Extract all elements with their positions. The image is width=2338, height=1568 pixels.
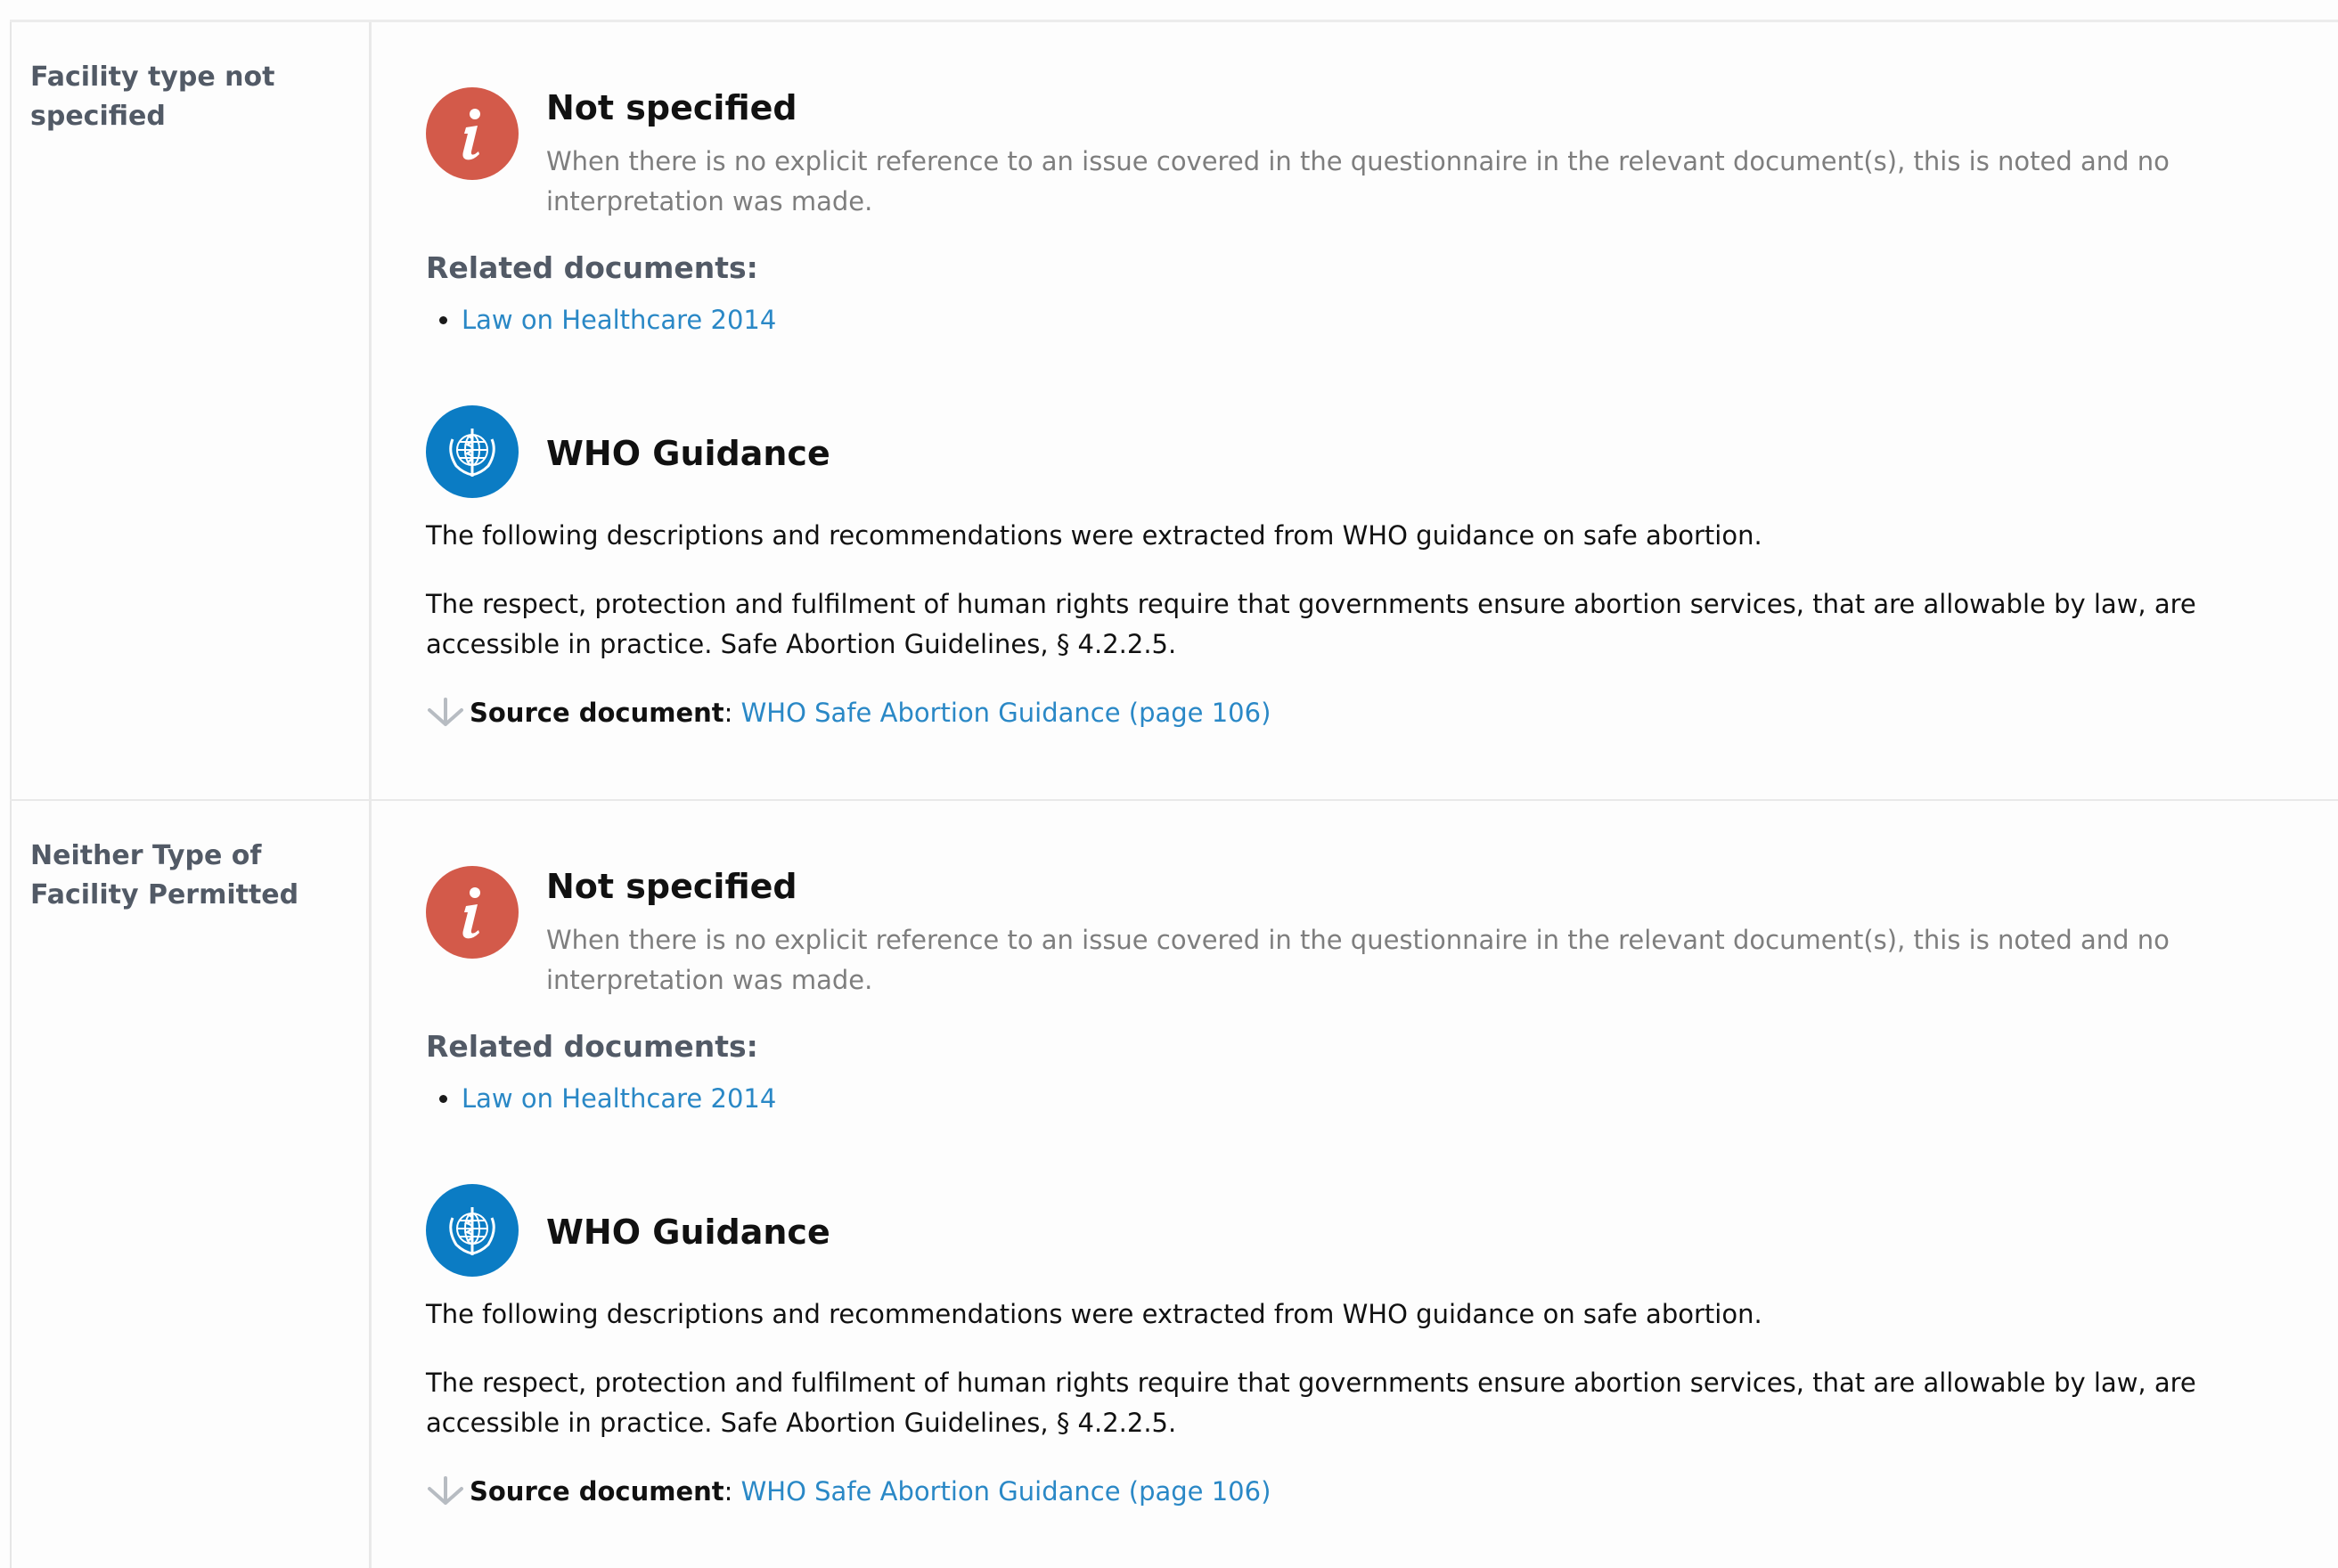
source-document-link[interactable]: WHO Safe Abortion Guidance (page 106) <box>741 1472 1271 1511</box>
related-document-link[interactable]: Law on Healthcare 2014 <box>462 1083 776 1114</box>
source-separator: : <box>723 1476 733 1507</box>
arrow-down-icon <box>426 698 465 728</box>
source-document-label: Source document <box>470 1476 724 1507</box>
list-item: Law on Healthcare 2014 <box>462 300 2258 339</box>
guidance-header: WHO Guidance <box>426 1184 2258 1277</box>
status-title: Not specified <box>546 867 797 906</box>
row-label-cell: Facility type not specified <box>10 22 372 799</box>
source-document-link[interactable]: WHO Safe Abortion Guidance (page 106) <box>741 693 1271 732</box>
guidance-intro: The following descriptions and recommend… <box>426 1299 1762 1329</box>
status-block: Not specified When there is no explicit … <box>426 87 2258 222</box>
source-document-label: Source document <box>470 698 724 728</box>
source-document-line: Source document: WHO Safe Abortion Guida… <box>426 1472 2258 1511</box>
related-document-link[interactable]: Law on Healthcare 2014 <box>462 305 776 335</box>
status-description: When there is no explicit reference to a… <box>546 925 2170 995</box>
who-emblem-icon <box>426 1184 519 1277</box>
guidance-quote: The respect, protection and fulfilment o… <box>426 589 2196 659</box>
row-label: Facility type not specified <box>30 61 275 132</box>
row-content-cell: Not specified When there is no explicit … <box>372 22 2338 799</box>
related-documents-heading: Related documents: <box>426 1029 758 1064</box>
status-description: When there is no explicit reference to a… <box>546 146 2170 216</box>
status-block: Not specified When there is no explicit … <box>426 866 2258 1000</box>
related-documents-heading: Related documents: <box>426 250 758 285</box>
table-row: Neither Type of Facility Permitted Not s… <box>10 801 2338 1568</box>
guidance-title: WHO Guidance <box>546 1213 830 1252</box>
info-icon <box>426 866 519 959</box>
status-title: Not specified <box>546 88 797 127</box>
guidance-title: WHO Guidance <box>546 434 830 473</box>
row-label: Neither Type of Facility Permitted <box>30 840 299 911</box>
who-emblem-icon <box>426 405 519 498</box>
source-separator: : <box>723 698 733 728</box>
list-item: Law on Healthcare 2014 <box>462 1079 2258 1118</box>
guidance-header: WHO Guidance <box>426 405 2258 498</box>
row-label-cell: Neither Type of Facility Permitted <box>10 801 372 1568</box>
guidance-intro: The following descriptions and recommend… <box>426 520 1762 551</box>
related-documents-list: Law on Healthcare 2014 <box>426 300 2258 339</box>
row-content-cell: Not specified When there is no explicit … <box>372 801 2338 1568</box>
related-documents-list: Law on Healthcare 2014 <box>426 1079 2258 1118</box>
guidance-quote: The respect, protection and fulfilment o… <box>426 1368 2196 1438</box>
table-row: Facility type not specified Not specifie… <box>10 22 2338 801</box>
page: Facility type not specified Not specifie… <box>0 0 2338 1568</box>
status-text: Not specified When there is no explicit … <box>546 87 2257 222</box>
status-text: Not specified When there is no explicit … <box>546 866 2257 1000</box>
info-icon <box>426 87 519 180</box>
arrow-down-icon <box>426 1476 465 1507</box>
source-document-line: Source document: WHO Safe Abortion Guida… <box>426 693 2258 732</box>
